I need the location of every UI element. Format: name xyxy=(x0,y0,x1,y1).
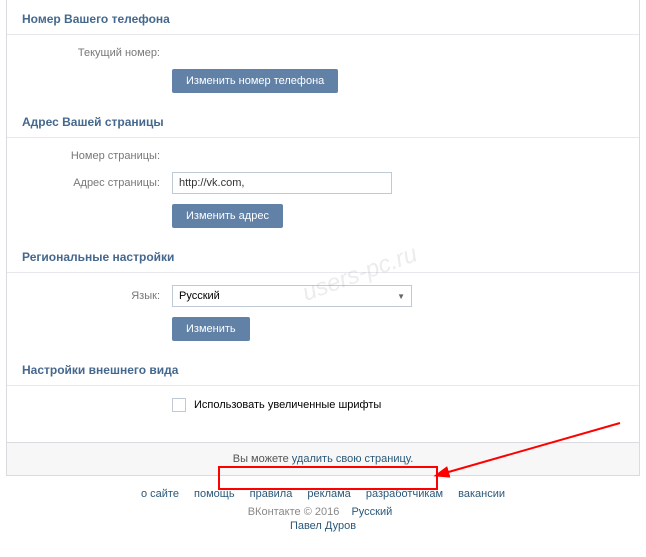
large-fonts-label: Использовать увеличенные шрифты xyxy=(194,399,381,411)
settings-panel: Номер Вашего телефона Текущий номер: Изм… xyxy=(6,0,640,443)
page-address-section: Адрес Вашей страницы Номер страницы: Адр… xyxy=(7,103,639,228)
chevron-down-icon: ▼ xyxy=(397,292,405,301)
regional-title: Региональные настройки xyxy=(7,238,639,273)
large-fonts-checkbox[interactable] xyxy=(172,398,186,412)
appearance-title: Настройки внешнего вида xyxy=(7,351,639,386)
page-address-title: Адрес Вашей страницы xyxy=(7,103,639,138)
footer-link-ads[interactable]: реклама xyxy=(307,488,350,500)
change-phone-button[interactable]: Изменить номер телефона xyxy=(172,69,338,93)
footer-author-link[interactable]: Павел Дуров xyxy=(290,520,356,532)
footer-lang-link[interactable]: Русский xyxy=(351,506,392,518)
current-phone-label: Текущий номер: xyxy=(22,47,172,59)
regional-section: Региональные настройки Язык: Русский ▼ И… xyxy=(7,238,639,341)
footer-brand: ВКонтакте xyxy=(248,506,301,518)
footer-link-rules[interactable]: правила xyxy=(250,488,293,500)
footer-link-devs[interactable]: разработчикам xyxy=(366,488,443,500)
language-value: Русский xyxy=(179,290,220,302)
footer-copyright: © 2016 xyxy=(304,506,340,518)
delete-account-link[interactable]: удалить свою страницу xyxy=(292,453,410,465)
change-language-button[interactable]: Изменить xyxy=(172,317,250,341)
page-address-input[interactable] xyxy=(172,172,392,194)
footer-link-about[interactable]: о сайте xyxy=(141,488,179,500)
change-address-button[interactable]: Изменить адрес xyxy=(172,204,283,228)
footer-link-jobs[interactable]: вакансии xyxy=(458,488,505,500)
footer-links: о сайте помощь правила реклама разработч… xyxy=(0,488,646,500)
delete-suffix: . xyxy=(410,453,413,465)
delete-account-bar: Вы можете удалить свою страницу. xyxy=(6,443,640,476)
page-number-label: Номер страницы: xyxy=(22,150,172,162)
phone-section: Номер Вашего телефона Текущий номер: Изм… xyxy=(7,0,639,93)
footer-link-help[interactable]: помощь xyxy=(194,488,235,500)
language-select[interactable]: Русский ▼ xyxy=(172,285,412,307)
footer: о сайте помощь правила реклама разработч… xyxy=(0,476,646,540)
phone-section-title: Номер Вашего телефона xyxy=(7,0,639,35)
delete-prefix: Вы можете xyxy=(233,453,292,465)
appearance-section: Настройки внешнего вида Использовать уве… xyxy=(7,351,639,412)
language-label: Язык: xyxy=(22,290,172,302)
page-address-label: Адрес страницы: xyxy=(22,177,172,189)
